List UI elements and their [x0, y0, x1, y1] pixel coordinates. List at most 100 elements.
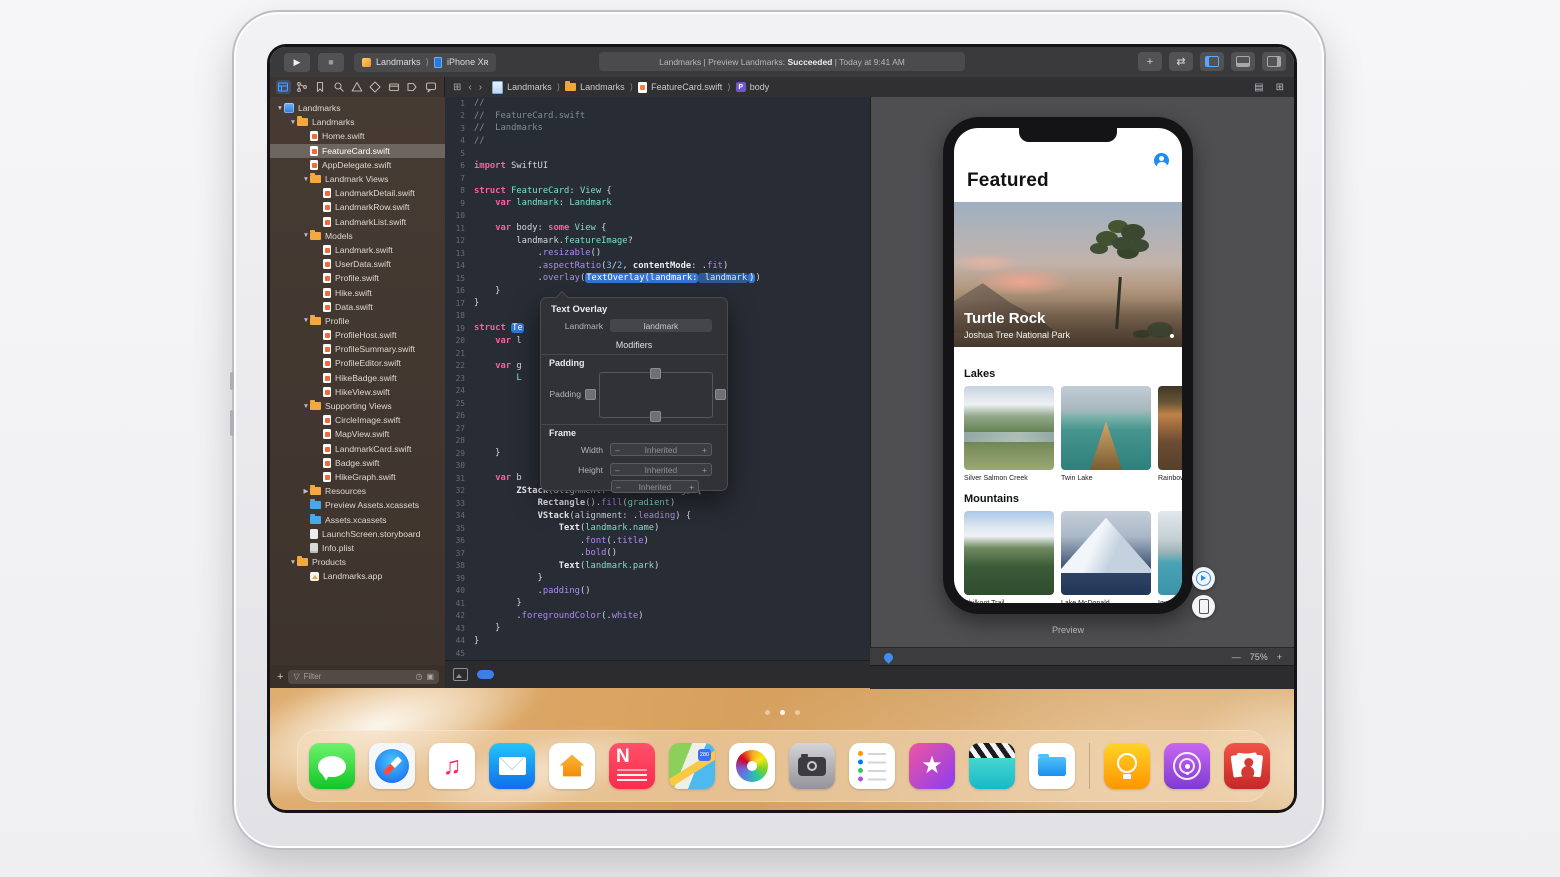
file-row-landmarks[interactable]: ▼Landmarks [270, 115, 445, 129]
code-line-40[interactable]: 40 .padding() [445, 585, 870, 598]
file-row-supporting-views[interactable]: ▼Supporting Views [270, 399, 445, 413]
code-line-43[interactable]: 43 } [445, 622, 870, 635]
image-literal-icon[interactable] [453, 668, 468, 681]
landmark-card[interactable]: Icy Bay [1158, 511, 1182, 603]
add-file-button[interactable]: + [277, 671, 283, 683]
breadcrumb-item[interactable]: Landmarks [492, 81, 552, 94]
dock-app-reminders[interactable] [849, 743, 895, 789]
code-line-39[interactable]: 39 } [445, 572, 870, 585]
code-line-44[interactable]: 44} [445, 635, 870, 648]
file-row-home-swift[interactable]: Home.swift [270, 129, 445, 143]
landmark-card[interactable]: Twin Lake [1061, 386, 1151, 482]
file-row-profile[interactable]: ▼Profile [270, 314, 445, 328]
landmark-card[interactable]: Lake McDonald [1061, 511, 1151, 603]
navigator-tab-debug-icon[interactable] [386, 80, 401, 94]
file-row-landmark-swift[interactable]: Landmark.swift [270, 243, 445, 257]
file-row-hike-swift[interactable]: Hike.swift [270, 285, 445, 299]
profile-icon[interactable] [1154, 153, 1169, 168]
stepper-plus[interactable]: + [689, 482, 694, 492]
disclosure-open-icon[interactable]: ▼ [289, 559, 297, 566]
dock-app-files[interactable] [1029, 743, 1075, 789]
file-row-userdata-swift[interactable]: UserData.swift [270, 257, 445, 271]
navigator-tab-tests-icon[interactable] [368, 80, 383, 94]
file-row-preview-assets-xcassets[interactable]: Preview Assets.xcassets [270, 498, 445, 512]
code-line-9[interactable]: 9 var landmark: Landmark [445, 197, 870, 210]
code-line-42[interactable]: 42 .foregroundColor(.white) [445, 610, 870, 623]
pin-icon[interactable] [882, 651, 895, 664]
breadcrumb-item[interactable]: Landmarks [565, 82, 625, 92]
file-row-landmarkrow-swift[interactable]: LandmarkRow.swift [270, 200, 445, 214]
code-line-45[interactable]: 45 [445, 647, 870, 660]
file-row-badge-swift[interactable]: Badge.swift [270, 456, 445, 470]
dock-app-music[interactable]: ♫ [429, 743, 475, 789]
stepper-minus[interactable]: – [615, 445, 620, 455]
code-line-8[interactable]: 8struct FeatureCard: View { [445, 185, 870, 198]
file-row-circleimage-swift[interactable]: CircleImage.swift [270, 413, 445, 427]
code-line-35[interactable]: 35 Text(landmark.name) [445, 522, 870, 535]
breadcrumb-item[interactable]: Pbody [736, 82, 770, 92]
file-row-data-swift[interactable]: Data.swift [270, 300, 445, 314]
adjust-editor-button[interactable]: ▤ [1254, 82, 1263, 93]
file-row-products[interactable]: ▼Products [270, 555, 445, 569]
featured-hero-image[interactable]: Turtle Rock Joshua Tree National Park [954, 202, 1182, 347]
dock-app-maps[interactable]: 280 [669, 743, 715, 789]
dock-app-clips[interactable] [969, 743, 1015, 789]
file-row-landmark-views[interactable]: ▼Landmark Views [270, 172, 445, 186]
forward-button[interactable]: › [479, 82, 482, 93]
landmark-card[interactable]: Rainbow Lake [1158, 386, 1182, 482]
code-line-36[interactable]: 36 .font(.title) [445, 535, 870, 548]
iphone-preview-screen[interactable]: Featured Turtle Rock Joshua Tree Nationa… [954, 128, 1182, 603]
dock-app-camera[interactable] [789, 743, 835, 789]
padding-bottom-checkbox[interactable] [650, 411, 661, 422]
breadcrumb-item[interactable]: FeatureCard.swift [638, 82, 722, 93]
library-add-button[interactable]: + [1138, 52, 1162, 71]
code-line-7[interactable]: 7 [445, 172, 870, 185]
file-row-resources[interactable]: ▶Resources [270, 484, 445, 498]
padding-top-checkbox[interactable] [650, 368, 661, 379]
dock-app-messages[interactable] [309, 743, 355, 789]
dock-app-safari[interactable] [369, 743, 415, 789]
back-button[interactable]: ‹ [468, 82, 471, 93]
dock-app-mail[interactable] [489, 743, 535, 789]
dock-app-tips[interactable] [1104, 743, 1150, 789]
code-line-1[interactable]: 1// [445, 97, 870, 110]
code-line-34[interactable]: 34 VStack(alignment: .leading) { [445, 510, 870, 523]
file-row-mapview-swift[interactable]: MapView.swift [270, 427, 445, 441]
code-line-2[interactable]: 2// FeatureCard.swift [445, 110, 870, 123]
code-line-10[interactable]: 10 [445, 210, 870, 223]
related-items-button[interactable]: ⊞ [453, 82, 461, 93]
navigator-tab-symbols-icon[interactable] [313, 80, 328, 94]
code-line-16[interactable]: 16 } [445, 285, 870, 298]
dock-app-itunes[interactable]: ★ [909, 743, 955, 789]
disclosure-open-icon[interactable]: ▼ [302, 232, 310, 239]
code-line-14[interactable]: 14 .aspectRatio(3/2, contentMode: .fit) [445, 260, 870, 273]
code-line-4[interactable]: 4// [445, 135, 870, 148]
navigator-tab-search-icon[interactable] [331, 80, 346, 94]
file-row-hikebadge-swift[interactable]: HikeBadge.swift [270, 371, 445, 385]
stepper-plus[interactable]: + [702, 445, 707, 455]
code-line-12[interactable]: 12 landmark.featureImage? [445, 235, 870, 248]
file-row-landmarkdetail-swift[interactable]: LandmarkDetail.swift [270, 186, 445, 200]
code-line-3[interactable]: 3// Landmarks [445, 122, 870, 135]
scheme-selector[interactable]: Landmarks ⟩ iPhone Xʀ [354, 53, 496, 72]
landmark-field-value[interactable]: landmark [610, 319, 712, 332]
editor-mode-button[interactable]: ⇄ [1169, 52, 1193, 71]
filter-input[interactable]: ▽ Filter ◷ ▣ [288, 670, 439, 684]
toggle-inspector-button[interactable] [1262, 52, 1286, 71]
file-row-profile-swift[interactable]: Profile.swift [270, 271, 445, 285]
run-button[interactable]: ▶ [284, 53, 310, 72]
navigator-tab-breakpoints-icon[interactable] [405, 80, 420, 94]
file-row-info-plist[interactable]: Info.plist [270, 541, 445, 555]
stepper-minus[interactable]: – [616, 482, 621, 492]
code-line-37[interactable]: 37 .bold() [445, 547, 870, 560]
stepper-minus[interactable]: – [615, 465, 620, 475]
file-row-landmarklist-swift[interactable]: LandmarkList.swift [270, 215, 445, 229]
navigator-tab-issues-icon[interactable] [349, 80, 364, 94]
code-line-33[interactable]: 33 Rectangle().fill(gradient) [445, 497, 870, 510]
file-row-models[interactable]: ▼Models [270, 229, 445, 243]
toggle-debug-area-button[interactable] [1231, 52, 1255, 71]
file-row-landmarkcard-swift[interactable]: LandmarkCard.swift [270, 442, 445, 456]
file-row-landmarks[interactable]: ▼Landmarks [270, 101, 445, 115]
code-line-38[interactable]: 38 Text(landmark.park) [445, 560, 870, 573]
code-line-6[interactable]: 6import SwiftUI [445, 160, 870, 173]
